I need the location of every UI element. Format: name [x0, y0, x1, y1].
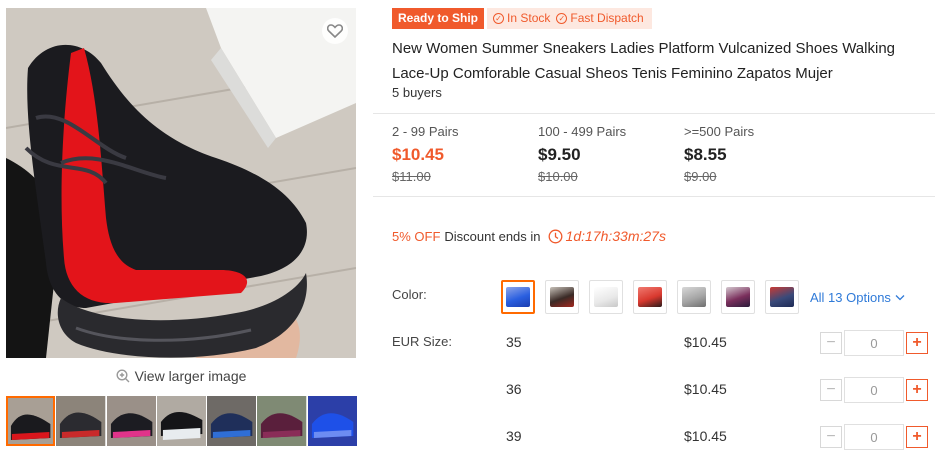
thumbnail-strip	[6, 396, 357, 446]
color-swatches: All 13 Options	[501, 280, 905, 314]
wishlist-button[interactable]	[322, 18, 348, 44]
thumbnail-2[interactable]	[56, 396, 106, 446]
countdown-timer: 1d:17h:33m:27s	[548, 228, 666, 244]
discount-ends-label: Discount ends in	[444, 228, 541, 244]
chevron-down-icon	[895, 294, 905, 300]
thumbnail-5[interactable]	[207, 396, 257, 446]
stock-dispatch-badge: ✓ In Stock ✓ Fast Dispatch	[487, 8, 652, 29]
size-value: 39	[506, 428, 522, 444]
increment-button[interactable]: +	[906, 426, 928, 448]
quantity-stepper: − 0 +	[820, 330, 928, 356]
quantity-stepper: − 0 +	[820, 424, 928, 450]
decrement-button[interactable]: −	[820, 426, 842, 448]
quantity-stepper: − 0 +	[820, 377, 928, 403]
swatch-image	[638, 287, 662, 307]
tier-original-price: $10.00	[538, 169, 578, 184]
view-larger-label: View larger image	[134, 368, 247, 384]
tier-range: >=500 Pairs	[684, 124, 755, 139]
countdown-value: 1d:17h:33m:27s	[565, 228, 666, 244]
all-options-label: All 13 Options	[810, 289, 891, 305]
color-swatch-white[interactable]	[589, 280, 623, 314]
increment-button[interactable]: +	[906, 332, 928, 354]
swatch-image	[770, 287, 794, 307]
color-swatch-red[interactable]	[633, 280, 667, 314]
swatch-image	[506, 287, 530, 307]
quantity-input[interactable]: 0	[844, 424, 904, 450]
main-product-image[interactable]	[6, 8, 356, 358]
decrement-button[interactable]: −	[820, 379, 842, 401]
thumbnail-4[interactable]	[156, 396, 207, 446]
price-tier: >=500 Pairs $8.55 $9.00	[684, 124, 830, 184]
shipping-badges: Ready to Ship ✓ In Stock ✓ Fast Dispatch	[392, 8, 652, 29]
view-larger-link[interactable]: View larger image	[6, 366, 356, 386]
product-info-panel: Ready to Ship ✓ In Stock ✓ Fast Dispatch…	[373, 0, 935, 456]
tier-range: 100 - 499 Pairs	[538, 124, 627, 139]
increment-button[interactable]: +	[906, 379, 928, 401]
swatch-image	[594, 287, 618, 307]
size-row: 39 $10.45 − 0 +	[373, 424, 935, 450]
buyers-count: 5 buyers	[392, 85, 442, 100]
product-title: New Women Summer Sneakers Ladies Platfor…	[392, 40, 895, 82]
tier-price: $10.45	[392, 145, 444, 164]
thumbnail-6[interactable]	[257, 396, 307, 446]
swatch-image	[726, 287, 750, 307]
quantity-input[interactable]: 0	[844, 377, 904, 403]
size-value: 36	[506, 381, 522, 397]
ready-to-ship-badge: Ready to Ship	[392, 8, 485, 29]
swatch-image	[682, 287, 706, 307]
check-circle-icon: ✓	[556, 13, 568, 24]
price-tier: 2 - 99 Pairs $10.45 $11.00	[392, 124, 538, 184]
tier-price: $8.55	[684, 145, 727, 164]
price-tiers: 2 - 99 Pairs $10.45 $11.00 100 - 499 Pai…	[392, 124, 830, 184]
divider	[373, 113, 935, 114]
size-price: $10.45	[684, 334, 727, 350]
size-row: 35 $10.45 − 0 +	[373, 330, 935, 356]
size-price: $10.45	[684, 428, 727, 444]
price-tier: 100 - 499 Pairs $9.50 $10.00	[538, 124, 684, 184]
thumbnail-3[interactable]	[106, 396, 156, 446]
thumbnail-7[interactable]	[307, 396, 357, 446]
color-swatch-navy-red[interactable]	[765, 280, 799, 314]
size-value: 35	[506, 334, 522, 350]
size-price: $10.45	[684, 381, 727, 397]
tier-original-price: $9.00	[684, 169, 717, 184]
zoom-in-icon	[116, 369, 130, 383]
in-stock-label: In Stock	[507, 11, 551, 25]
divider	[373, 196, 935, 197]
clock-icon	[548, 229, 562, 243]
quantity-input[interactable]: 0	[844, 330, 904, 356]
tier-range: 2 - 99 Pairs	[392, 124, 459, 139]
fast-dispatch-label: Fast Dispatch	[570, 11, 644, 25]
color-swatch-grey[interactable]	[677, 280, 711, 314]
discount-percent: 5% OFF	[392, 228, 441, 244]
thumbnail-1[interactable]	[6, 396, 56, 446]
tier-original-price: $11.00	[392, 169, 431, 184]
decrement-button[interactable]: −	[820, 332, 842, 354]
discount-banner: 5% OFF Discount ends in 1d:17h:33m:27s	[392, 228, 666, 244]
swatch-image	[550, 287, 574, 307]
check-circle-icon: ✓	[493, 13, 505, 24]
color-swatch-blue[interactable]	[501, 280, 535, 314]
heart-icon	[327, 24, 343, 38]
all-options-link[interactable]: All 13 Options	[810, 290, 905, 305]
color-label: Color:	[392, 287, 427, 302]
size-row: 36 $10.45 − 0 +	[373, 377, 935, 403]
color-swatch-purple[interactable]	[721, 280, 755, 314]
color-swatch-black-red[interactable]	[545, 280, 579, 314]
tier-price: $9.50	[538, 145, 581, 164]
